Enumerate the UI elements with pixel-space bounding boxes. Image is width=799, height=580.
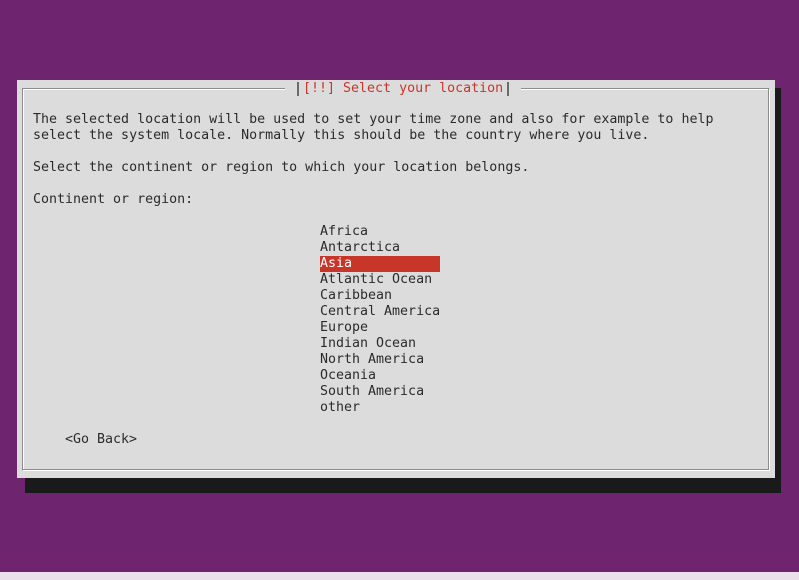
description-line-2: select the system locale. Normally this … <box>33 128 650 143</box>
option-north-america[interactable]: North America <box>320 352 440 368</box>
go-back-button[interactable]: <Go Back> <box>65 432 137 448</box>
option-atlantic-ocean[interactable]: Atlantic Ocean <box>320 272 440 288</box>
title-left-separator <box>297 81 299 96</box>
option-europe[interactable]: Europe <box>320 320 440 336</box>
description-line-1: The selected location will be used to se… <box>33 112 714 127</box>
option-asia-selected[interactable]: Asia <box>320 256 440 272</box>
option-caribbean[interactable]: Caribbean <box>320 288 440 304</box>
dialog-title-bar: [!!] Select your location <box>285 80 522 97</box>
title-right-separator <box>507 81 510 96</box>
option-central-america[interactable]: Central America <box>320 304 440 320</box>
option-indian-ocean[interactable]: Indian Ocean <box>320 336 440 352</box>
option-south-america[interactable]: South America <box>320 384 440 400</box>
status-strip <box>0 572 799 580</box>
option-africa[interactable]: Africa <box>320 224 440 240</box>
option-antarctica[interactable]: Antarctica <box>320 240 440 256</box>
dialog-title: [!!] Select your location <box>303 81 504 96</box>
continent-field-label: Continent or region: <box>33 192 194 207</box>
option-oceania[interactable]: Oceania <box>320 368 440 384</box>
continent-list[interactable]: Africa Antarctica Asia Atlantic Ocean Ca… <box>320 224 440 416</box>
option-other[interactable]: other <box>320 400 440 416</box>
region-prompt: Select the continent or region to which … <box>33 160 530 175</box>
location-dialog: [!!] Select your location The selected l… <box>17 80 775 478</box>
